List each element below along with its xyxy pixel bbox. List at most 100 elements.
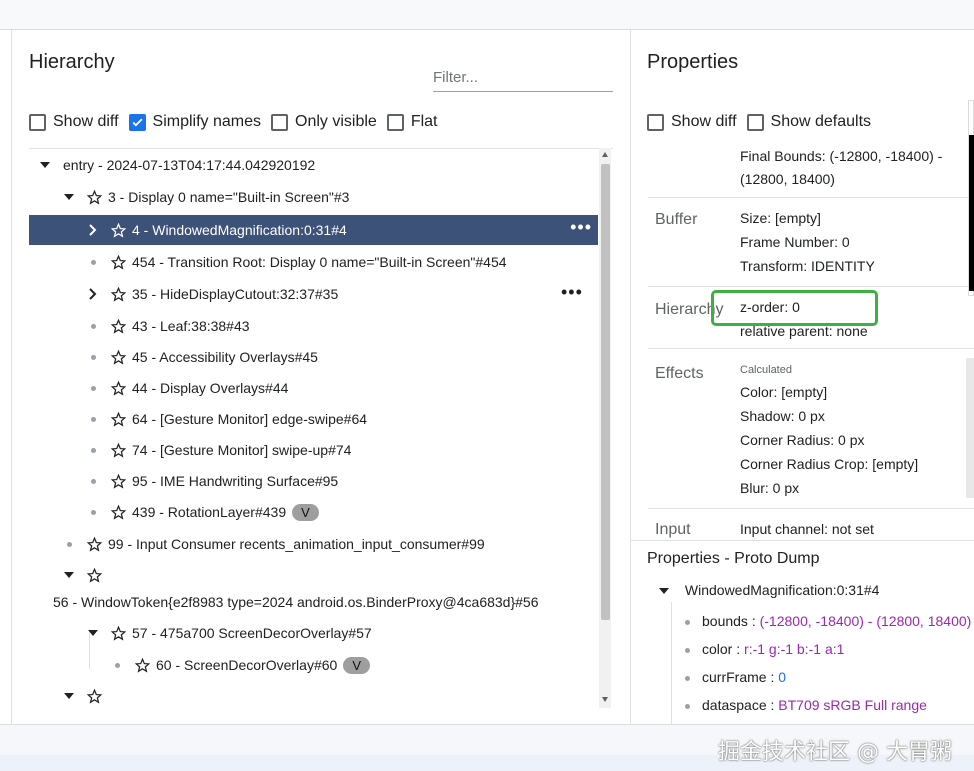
star-icon[interactable] xyxy=(111,473,126,489)
expand-icon[interactable] xyxy=(85,286,101,302)
tree-node-gesture-edge-swipe[interactable]: 64 - [Gesture Monitor] edge-swipe#64 xyxy=(85,404,367,434)
tree-node-screen-decor-57[interactable]: 57 - 475a700 ScreenDecorOverlay#57 xyxy=(85,618,372,648)
filter-input[interactable] xyxy=(433,64,613,92)
collapse-icon[interactable] xyxy=(659,588,669,595)
properties-options: Show diff Show defaults xyxy=(647,113,881,131)
properties-title: Properties xyxy=(647,51,739,73)
expand-icon[interactable] xyxy=(85,222,101,238)
tree-node-gesture-swipe-up[interactable]: 74 - [Gesture Monitor] swipe-up#74 xyxy=(85,435,351,465)
leaf-dot-icon xyxy=(91,447,96,453)
collapse-icon[interactable] xyxy=(85,625,101,641)
only-visible-checkbox[interactable]: Only visible xyxy=(271,113,377,131)
leaf-dot-icon xyxy=(685,703,690,709)
tree-node-accessibility-overlays[interactable]: 45 - Accessibility Overlays#45 xyxy=(85,342,318,372)
top-bar xyxy=(0,0,974,30)
proto-key: dataspace xyxy=(702,697,767,713)
proto-key: currFrame xyxy=(702,669,767,685)
props-show-diff-checkbox[interactable]: Show diff xyxy=(647,113,737,131)
proto-item-color: color : r:-1 g:-1 b:-1 a:1 xyxy=(685,641,844,657)
properties-scrollbar[interactable] xyxy=(966,358,974,498)
hierarchy-options: Show diff Simplify names Only visible Fl… xyxy=(29,113,448,131)
star-icon[interactable] xyxy=(87,688,102,704)
buffer-frame-number: Frame Number: 0 xyxy=(740,234,850,250)
checkbox-box[interactable] xyxy=(746,113,764,131)
checkbox-box[interactable] xyxy=(271,113,289,131)
tree-node-rotation-layer[interactable]: 439 - RotationLayer#439 V xyxy=(85,497,319,527)
tree-scrollbar-thumb[interactable] xyxy=(601,164,610,620)
checkbox-box[interactable] xyxy=(647,113,664,131)
proto-value: BT709 sRGB Full range xyxy=(778,697,927,713)
tree-node-collapsed[interactable] xyxy=(61,681,108,708)
collapse-icon[interactable] xyxy=(61,688,77,704)
tree-node-screen-decor-60[interactable]: 60 - ScreenDecorOverlay#60 V xyxy=(109,650,370,680)
calculated-label: Calculated xyxy=(740,364,792,376)
effects-label: Effects xyxy=(655,365,704,382)
star-icon[interactable] xyxy=(111,349,126,365)
show-diff-label: Show diff xyxy=(53,113,119,130)
star-icon[interactable] xyxy=(111,286,126,302)
tree-node-leaf[interactable]: 43 - Leaf:38:38#43 xyxy=(85,311,250,341)
simplify-names-label: Simplify names xyxy=(152,113,262,130)
flat-checkbox[interactable]: Flat xyxy=(386,113,438,131)
tree-node-input-consumer[interactable]: 99 - Input Consumer recents_animation_in… xyxy=(61,529,485,559)
star-icon[interactable] xyxy=(135,657,150,673)
tree-node-ime-handwriting[interactable]: 95 - IME Handwriting Surface#95 xyxy=(85,466,338,496)
star-icon[interactable] xyxy=(111,254,126,270)
proto-item-bounds: bounds : (-12800, -18400) - (12800, 1840… xyxy=(685,613,971,629)
side-preview-dark xyxy=(969,135,974,291)
leaf-dot-icon xyxy=(91,259,96,265)
leaf-dot-icon xyxy=(91,478,96,484)
effects-shadow: Shadow: 0 px xyxy=(740,408,825,424)
checkbox-box[interactable] xyxy=(386,113,404,131)
checkbox-box-checked[interactable] xyxy=(128,113,146,131)
collapse-icon[interactable] xyxy=(61,189,77,205)
tree-node-label: 74 - [Gesture Monitor] swipe-up#74 xyxy=(132,442,352,458)
tree-node-windowed-magnification[interactable]: 4 - WindowedMagnification:0:31#4 ••• xyxy=(29,215,598,245)
leaf-dot-icon xyxy=(91,509,96,515)
show-defaults-checkbox[interactable]: Show defaults xyxy=(746,113,871,131)
tree-node-hide-display-cutout[interactable]: 35 - HideDisplayCutout:32:37#35 xyxy=(85,279,613,309)
tree-node-label: 44 - Display Overlays#44 xyxy=(132,380,289,396)
tree-node-window-token[interactable] xyxy=(61,560,108,590)
star-icon[interactable] xyxy=(111,411,126,427)
tree-node-label: 439 - RotationLayer#439 xyxy=(132,504,287,520)
collapse-icon[interactable] xyxy=(37,157,53,173)
tree-node-transition-root[interactable]: 454 - Transition Root: Display 0 name="B… xyxy=(85,247,507,277)
show-diff-checkbox[interactable]: Show diff xyxy=(29,113,119,131)
star-icon[interactable] xyxy=(111,442,126,458)
tree-node-label: 45 - Accessibility Overlays#45 xyxy=(132,349,318,365)
star-icon[interactable] xyxy=(111,504,126,520)
tree-node-display[interactable]: 3 - Display 0 name="Built-in Screen"#3 xyxy=(61,182,349,212)
star-icon[interactable] xyxy=(87,189,102,205)
star-icon[interactable] xyxy=(111,380,126,396)
effects-section: Effects Calculated Color: [empty] Shadow… xyxy=(648,348,974,508)
visible-badge: V xyxy=(343,656,370,674)
final-bounds-line-1: Final Bounds: (-12800, -18400) - xyxy=(740,148,943,164)
more-options-icon[interactable]: ••• xyxy=(570,218,592,236)
star-icon[interactable] xyxy=(87,536,102,552)
check-icon xyxy=(132,118,143,127)
buffer-transform: Transform: IDENTITY xyxy=(740,258,875,274)
star-icon[interactable] xyxy=(87,567,102,583)
hierarchy-title: Hierarchy xyxy=(29,51,115,73)
tree-node-display-overlays[interactable]: 44 - Display Overlays#44 xyxy=(85,373,288,403)
tree-node-entry[interactable]: entry - 2024-07-13T04:17:44.042920192 xyxy=(37,150,315,180)
collapse-icon[interactable] xyxy=(61,567,77,583)
star-icon[interactable] xyxy=(111,625,126,641)
star-icon[interactable] xyxy=(111,318,126,334)
scroll-down-icon[interactable] xyxy=(602,697,608,702)
side-preview xyxy=(968,100,974,296)
proto-root-node[interactable]: WindowedMagnification:0:31#4 xyxy=(659,582,879,598)
scroll-up-icon[interactable] xyxy=(602,152,608,157)
effects-corner-radius-crop: Corner Radius Crop: [empty] xyxy=(740,456,919,472)
tree-node-label: 57 - 475a700 ScreenDecorOverlay#57 xyxy=(132,625,372,641)
tree-node-label: 64 - [Gesture Monitor] edge-swipe#64 xyxy=(132,411,368,427)
star-icon[interactable] xyxy=(111,222,126,238)
checkbox-box[interactable] xyxy=(29,113,46,131)
simplify-names-checkbox[interactable]: Simplify names xyxy=(128,113,262,131)
proto-sep: : xyxy=(766,669,779,685)
proto-guide-line xyxy=(671,602,672,724)
props-show-diff-label: Show diff xyxy=(671,113,737,130)
tree-node-label: 56 - WindowToken{e2f8983 type=2024 andro… xyxy=(53,594,539,610)
proto-key: bounds xyxy=(702,613,748,629)
